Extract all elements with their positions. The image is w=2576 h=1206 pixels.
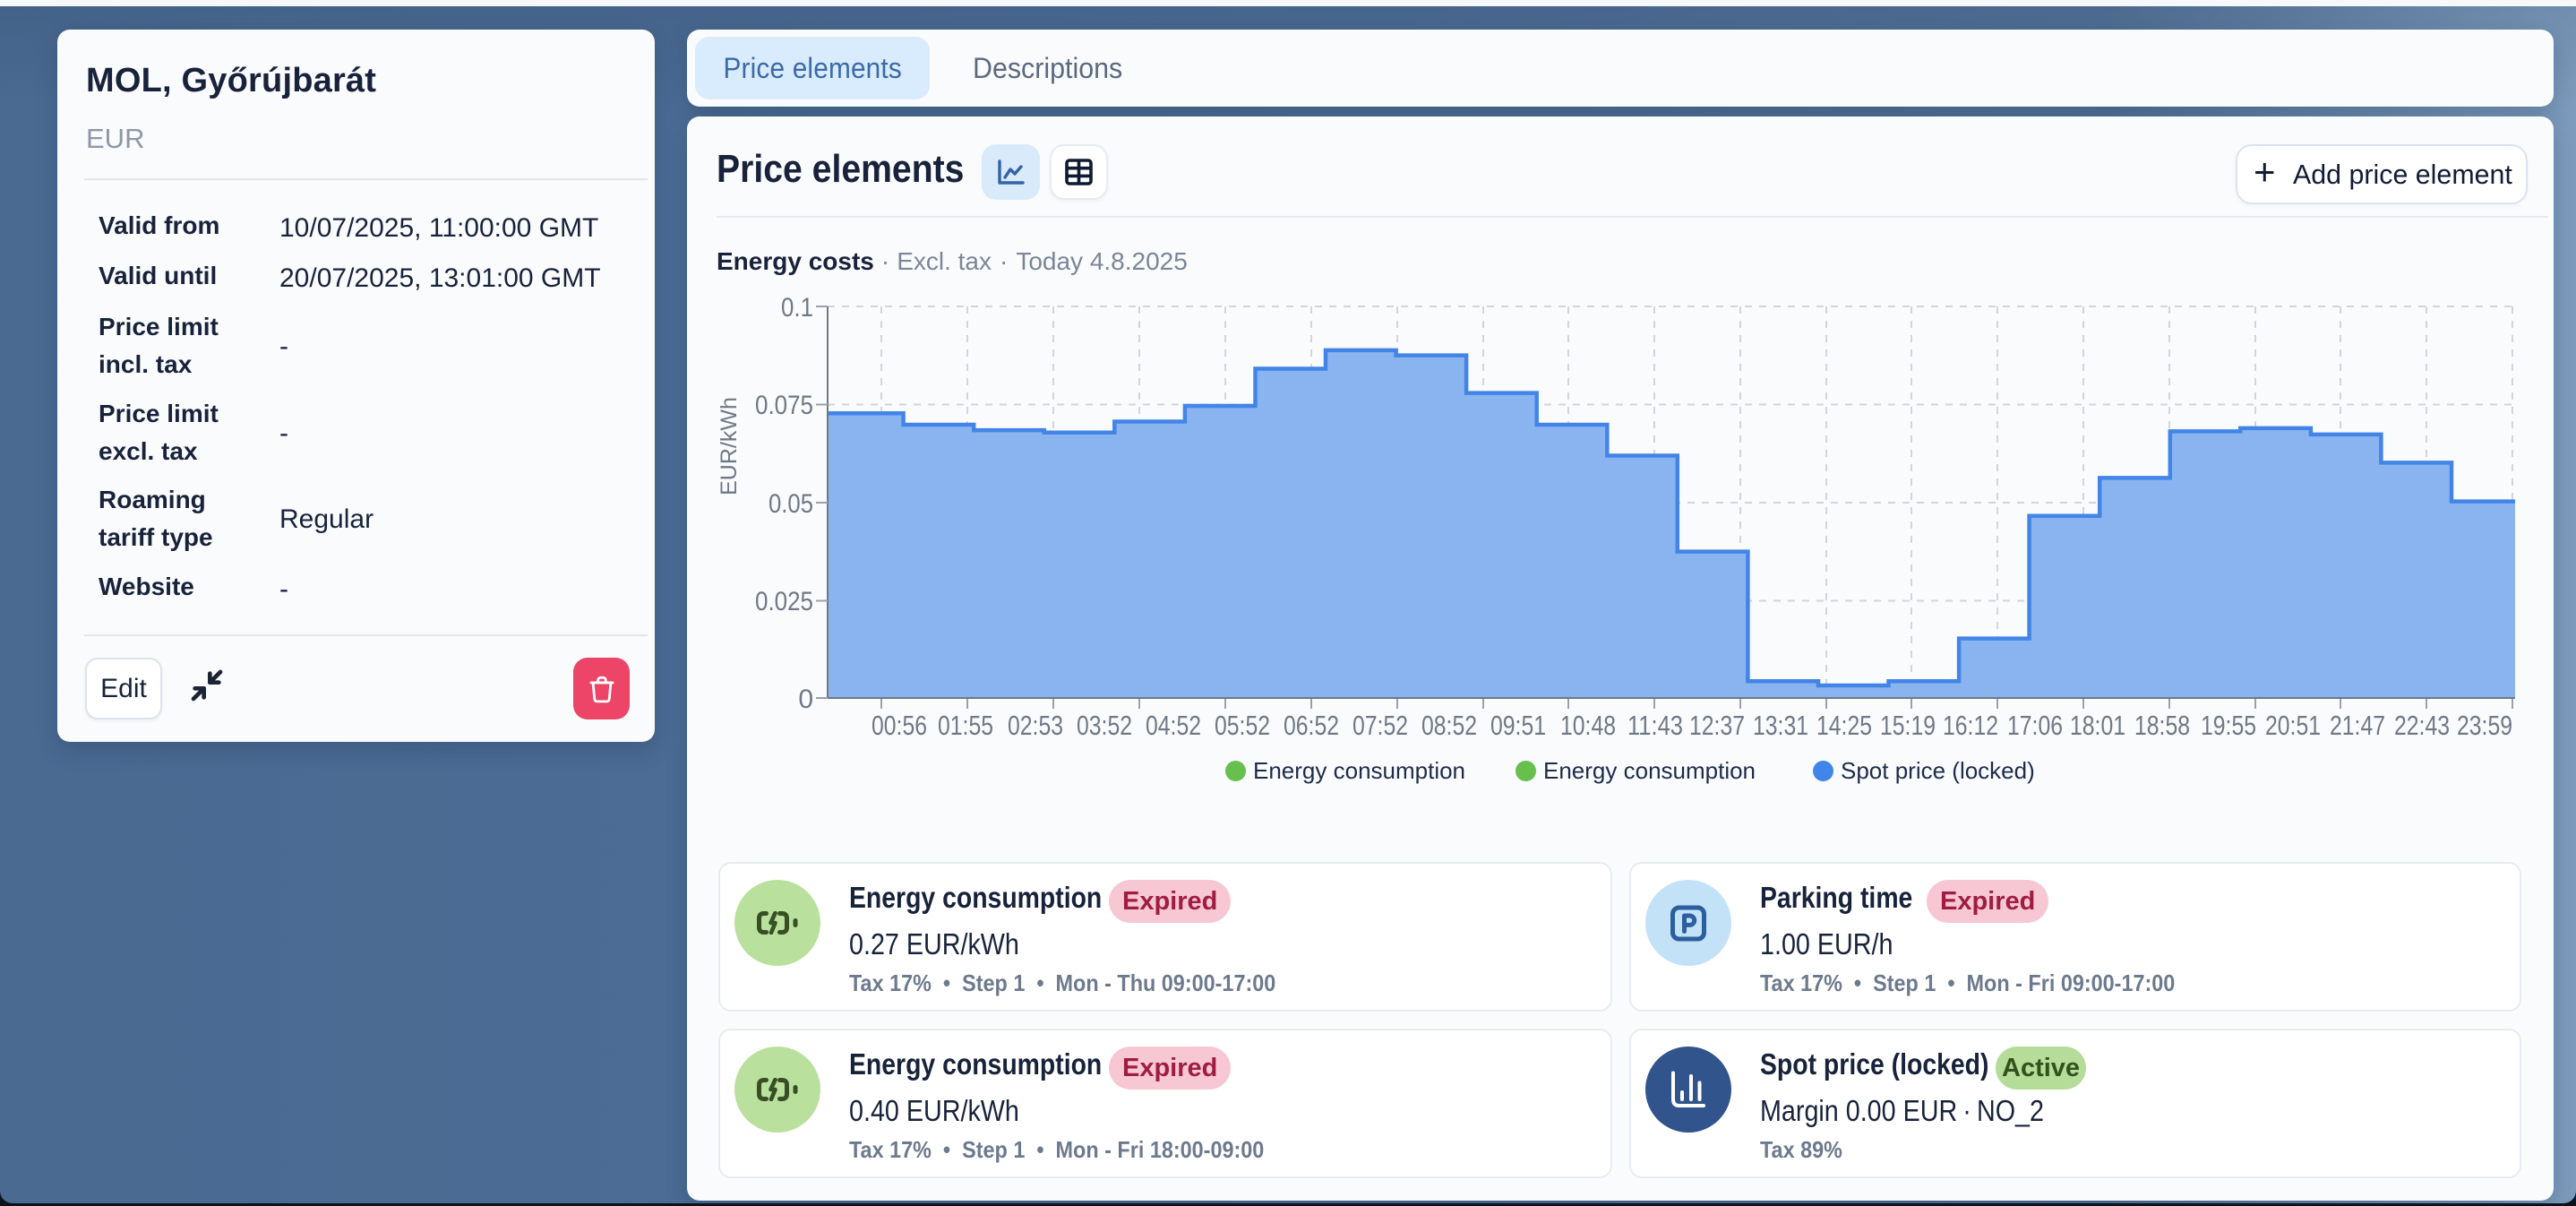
svg-text:EUR/kWh: EUR/kWh	[717, 397, 742, 495]
svg-text:0.075: 0.075	[755, 391, 813, 420]
svg-text:12:37: 12:37	[1689, 710, 1745, 741]
svg-text:05:52: 05:52	[1215, 710, 1270, 741]
svg-text:15:19: 15:19	[1880, 710, 1936, 741]
svg-text:17:06: 17:06	[2007, 710, 2063, 741]
svg-text:22:43: 22:43	[2394, 710, 2450, 741]
svg-text:02:53: 02:53	[1008, 710, 1063, 741]
svg-text:11:43: 11:43	[1627, 710, 1683, 741]
svg-text:10:48: 10:48	[1560, 710, 1616, 741]
svg-text:0.05: 0.05	[769, 489, 813, 519]
svg-text:06:52: 06:52	[1284, 710, 1339, 741]
svg-text:18:01: 18:01	[2070, 710, 2125, 741]
svg-text:13:31: 13:31	[1753, 710, 1808, 741]
svg-text:04:52: 04:52	[1146, 710, 1201, 741]
svg-text:08:52: 08:52	[1421, 710, 1477, 741]
svg-text:23:59: 23:59	[2457, 710, 2512, 741]
svg-text:07:52: 07:52	[1352, 710, 1408, 741]
svg-text:18:58: 18:58	[2134, 710, 2190, 741]
svg-text:0: 0	[798, 685, 813, 714]
svg-text:0.1: 0.1	[781, 293, 813, 323]
svg-text:09:51: 09:51	[1490, 710, 1546, 741]
svg-text:20:51: 20:51	[2265, 710, 2321, 741]
svg-text:16:12: 16:12	[1943, 710, 1998, 741]
svg-text:21:47: 21:47	[2330, 710, 2385, 741]
svg-text:03:52: 03:52	[1077, 710, 1132, 741]
svg-text:19:55: 19:55	[2201, 710, 2256, 741]
svg-text:00:56: 00:56	[872, 710, 927, 741]
svg-text:01:55: 01:55	[938, 710, 993, 741]
svg-text:0.025: 0.025	[755, 587, 813, 616]
svg-text:14:25: 14:25	[1816, 710, 1872, 741]
